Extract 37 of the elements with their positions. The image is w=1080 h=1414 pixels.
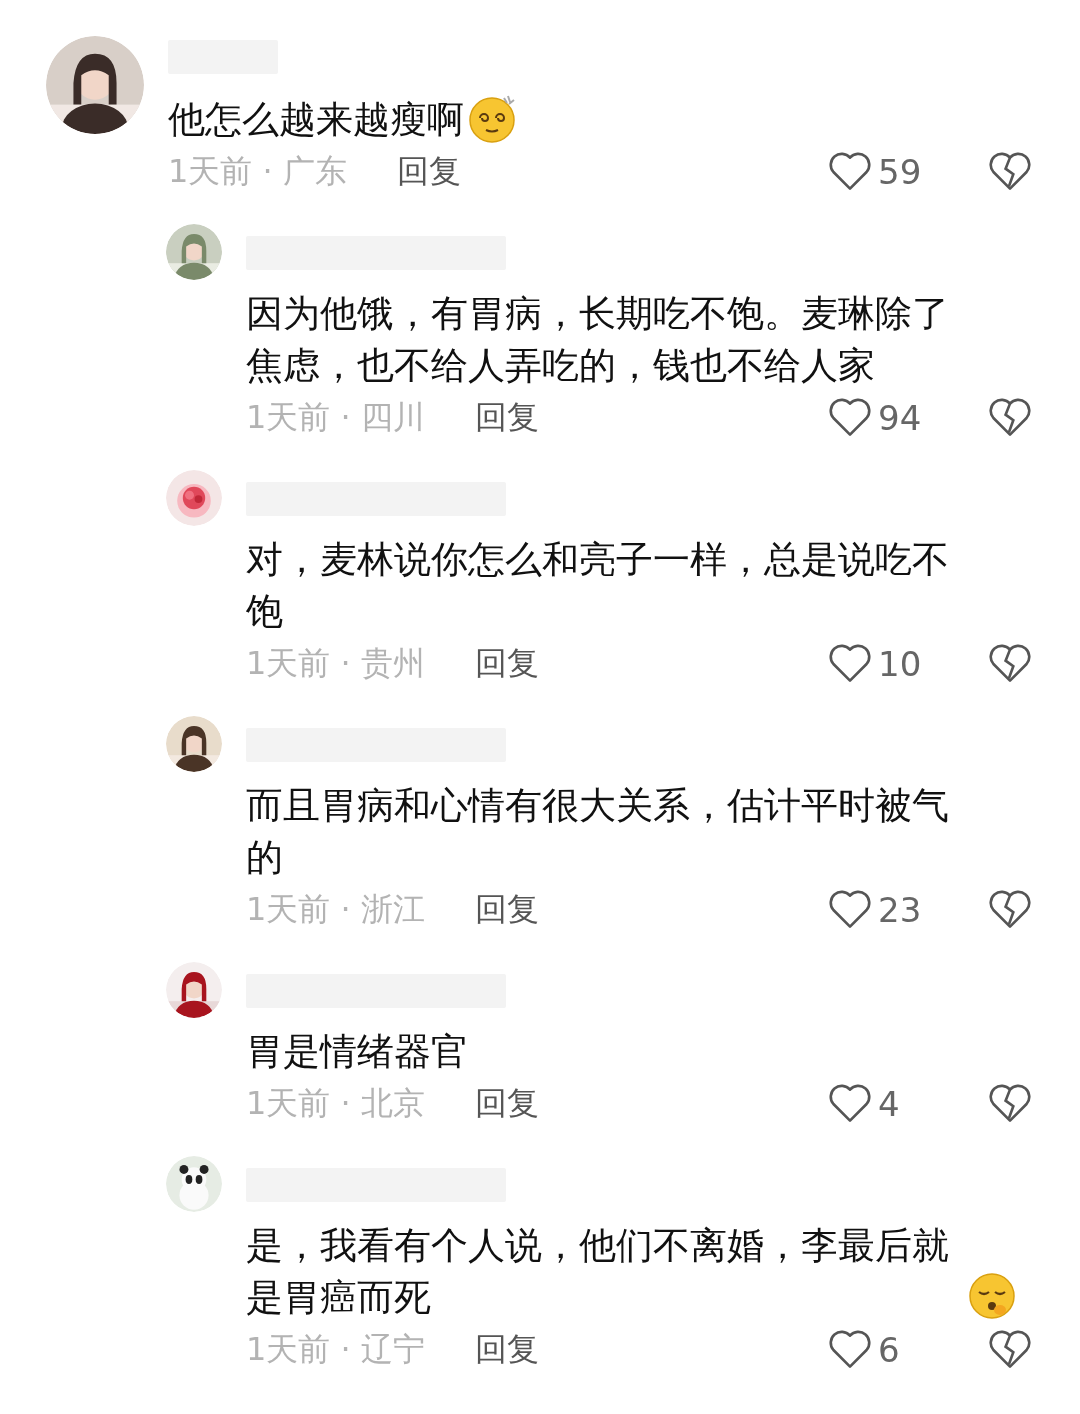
- heart-icon[interactable]: [828, 1083, 872, 1125]
- time-location: 1天前 · 四川: [246, 397, 425, 438]
- like-count: 94: [878, 398, 922, 438]
- reply-link[interactable]: 回复: [474, 642, 539, 686]
- reply-link[interactable]: 回复: [396, 150, 461, 194]
- comment-text: 胃是情绪器官: [246, 1029, 468, 1075]
- broken-heart-icon[interactable]: [988, 151, 1032, 193]
- broken-heart-icon[interactable]: [988, 643, 1032, 685]
- heart-icon[interactable]: [828, 1329, 872, 1371]
- comment-text: 而且胃病和心情有很大关系，估计平时被气的: [246, 783, 950, 881]
- comment-text: 因为他饿，有胃病，长期吃不饱。麦琳除了焦虑，也不给人弄吃的，钱也不给人家: [246, 291, 950, 389]
- broken-heart-icon[interactable]: [988, 397, 1032, 439]
- like-count: 6: [878, 1330, 900, 1370]
- time-location: 1天前 · 北京: [246, 1083, 425, 1124]
- time-location: 1天前 · 辽宁: [246, 1329, 425, 1370]
- heart-icon[interactable]: [828, 643, 872, 685]
- heart-icon[interactable]: [828, 889, 872, 931]
- heart-icon[interactable]: [828, 151, 872, 193]
- broken-heart-icon[interactable]: [988, 1083, 1032, 1125]
- like-count: 23: [878, 890, 922, 930]
- like-count: 4: [878, 1084, 900, 1124]
- heart-icon[interactable]: [828, 397, 872, 439]
- reply-link[interactable]: 回复: [474, 1328, 539, 1372]
- reply-link[interactable]: 回复: [474, 1082, 539, 1126]
- comment-text: 是，我看有个人说，他们不离婚，李最后就是胃癌而死: [246, 1223, 950, 1321]
- like-count: 59: [878, 152, 922, 192]
- reply-link[interactable]: 回复: [474, 396, 539, 440]
- time-location: 1天前 · 浙江: [246, 889, 425, 930]
- time-location: 1天前 · 贵州: [246, 643, 425, 684]
- comment-text: 他怎么越来越瘦啊: [168, 97, 464, 143]
- comment-text: 对，麦林说你怎么和亮子一样，总是说吃不饱: [246, 537, 950, 635]
- broken-heart-icon[interactable]: [988, 1329, 1032, 1371]
- like-count: 10: [878, 644, 922, 684]
- broken-heart-icon[interactable]: [988, 889, 1032, 931]
- face-icon: [966, 1270, 1018, 1322]
- time-location: 1天前 · 广东: [168, 151, 347, 192]
- reply-link[interactable]: 回复: [474, 888, 539, 932]
